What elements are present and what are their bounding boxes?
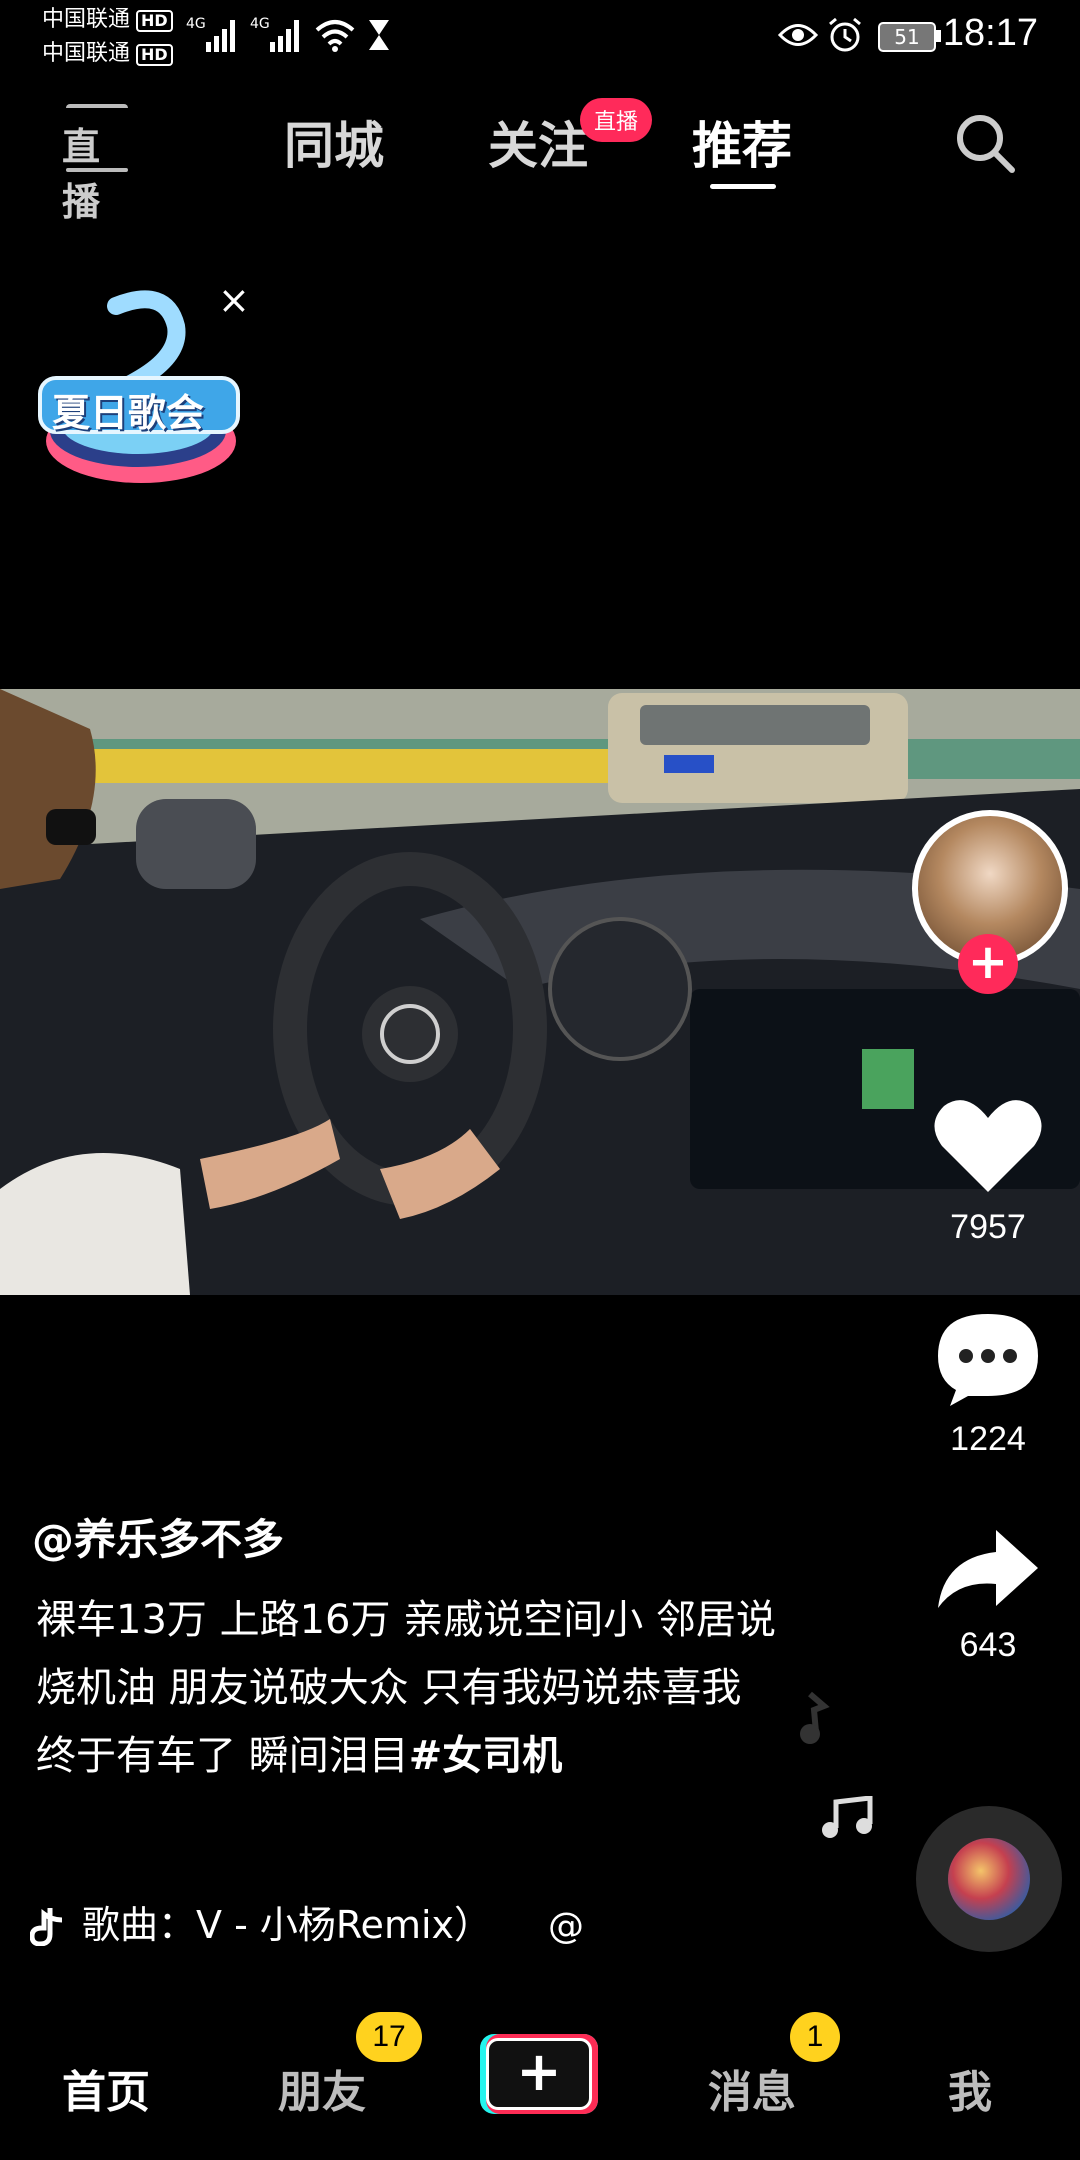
promo-title: 夏日歌会 (52, 391, 205, 435)
battery-tip (936, 30, 941, 42)
music-disc-cover (948, 1838, 1030, 1920)
summer-concert-promo[interactable]: 夏日歌会 (26, 286, 246, 506)
carrier-line-1: 中国联通 HD (42, 6, 173, 34)
live-tv-base (66, 168, 128, 172)
battery-icon: 51 (878, 22, 936, 52)
heart-icon[interactable] (932, 1096, 1044, 1196)
tab-nearby[interactable]: 同城 (284, 106, 384, 178)
music-disc[interactable] (916, 1806, 1062, 1952)
comment-count: 1224 (950, 1420, 1026, 1458)
carrier-1: 中国联通 (42, 7, 131, 32)
nav-me[interactable]: 我 (948, 2056, 992, 2120)
share-icon[interactable] (934, 1528, 1042, 1612)
tab-following[interactable]: 关注 (488, 106, 588, 178)
share-count: 643 (959, 1626, 1017, 1664)
network-label-2: 4G (250, 16, 270, 32)
status-bar: 中国联通 HD 中国联通 HD 4G 4G 51 18:17 (0, 0, 1080, 70)
music-title-marquee-tail: @ (548, 1906, 584, 1947)
music-note-icon (822, 1796, 873, 1838)
wifi-icon (315, 20, 355, 52)
friends-badge: 17 (356, 2012, 422, 2062)
author-name[interactable]: @养乐多不多 (32, 1506, 284, 1567)
carrier-2: 中国联通 (42, 41, 131, 66)
video-player[interactable] (0, 689, 1080, 1295)
tiktok-note-icon (30, 1908, 63, 1946)
music-note-faint-icon (800, 1691, 830, 1744)
following-live-badge: 直播 (580, 98, 653, 142)
live-button[interactable]: 直播 (62, 104, 132, 224)
follow-plus-icon[interactable]: + (958, 934, 1018, 994)
alarm-icon (829, 17, 861, 52)
active-tab-underline (710, 184, 776, 189)
caption-text: 裸车13万 上路16万 亲戚说空间小 邻居说烧机油 朋友说破大众 只有我妈说恭喜… (36, 1597, 776, 1779)
clock: 18:17 (942, 12, 1038, 54)
promo-close-icon[interactable]: × (218, 278, 250, 322)
comment-icon[interactable] (934, 1310, 1042, 1406)
search-icon[interactable] (952, 110, 1018, 176)
hourglass-icon (369, 20, 389, 50)
video-frame (0, 689, 1080, 1295)
carrier-line-2: 中国联通 HD (42, 40, 173, 68)
network-label-1: 4G (186, 16, 206, 32)
bottom-nav: 首页 朋友 17 + 消息 1 我 (0, 2000, 1080, 2160)
messages-badge: 1 (790, 2012, 840, 2062)
live-tv-antenna (66, 104, 128, 116)
battery-level: 51 (894, 25, 920, 49)
like-count: 7957 (950, 1208, 1026, 1246)
tab-recommend[interactable]: 推荐 (692, 106, 792, 178)
nav-messages[interactable]: 消息 (708, 2056, 796, 2120)
nav-friends[interactable]: 朋友 (278, 2056, 366, 2120)
add-button[interactable]: + (480, 2034, 598, 2114)
music-info[interactable]: 歌曲：V - 小杨Remix） @ (30, 1900, 590, 1950)
music-title: 歌曲：V - 小杨Remix） (82, 1903, 493, 1947)
hashtag-link[interactable]: #女司机 (409, 1733, 563, 1779)
eye-icon (778, 24, 818, 46)
video-caption: 裸车13万 上路16万 亲戚说空间小 邻居说烧机油 朋友说破大众 只有我妈说恭喜… (36, 1586, 776, 1790)
nav-home[interactable]: 首页 (62, 2056, 150, 2120)
plus-icon: + (486, 2038, 592, 2110)
top-nav: 直播 同城 关注 直播 推荐 (0, 98, 1080, 224)
hd-badge: HD (136, 10, 173, 32)
hd-badge-2: HD (136, 44, 173, 66)
